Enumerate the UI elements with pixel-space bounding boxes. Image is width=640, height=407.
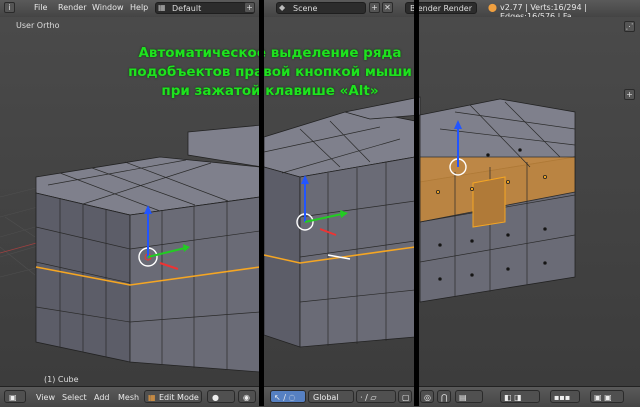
- shading-selector[interactable]: ●: [207, 390, 235, 403]
- viewport-corner-icon[interactable]: ⋰: [624, 21, 635, 32]
- snapshot-icon: ▣ ▣: [594, 393, 612, 402]
- orientation-selector[interactable]: Global: [308, 390, 354, 403]
- proportional-edit-button[interactable]: ◎: [420, 390, 434, 403]
- scene-add-button[interactable]: +: [369, 2, 380, 13]
- snap-increment-icon: ▤: [459, 393, 467, 402]
- menu-view[interactable]: View: [36, 393, 55, 402]
- menu-mesh[interactable]: Mesh: [118, 393, 139, 402]
- editor-type-button[interactable]: ▣: [4, 390, 26, 403]
- layout-add-button[interactable]: +: [244, 2, 255, 13]
- mode-selector[interactable]: ▦ Edit Mode: [144, 390, 202, 403]
- magnet-icon: ⋂: [441, 393, 448, 402]
- menu-select[interactable]: Select: [62, 393, 87, 402]
- manipulator-toggle[interactable]: ↖ ∕ ◌: [270, 390, 306, 403]
- manipulator-icon: ↖ ∕ ◌: [274, 393, 296, 402]
- caption-line-2: подобъектов правой кнопкой мыши: [128, 64, 412, 80]
- middle-cube: [263, 111, 416, 348]
- solid-shading-icon: ●: [212, 393, 219, 402]
- camera-icon: ◧ ◨: [504, 393, 522, 402]
- pivot-icon: ◉: [243, 393, 250, 402]
- snap-element-selector[interactable]: ▤: [455, 390, 483, 403]
- caption-line-3: при зажатой клавише «Alt»: [161, 83, 379, 99]
- view-label: User Ortho: [16, 21, 60, 30]
- scene-icon: ◆: [279, 3, 286, 12]
- caption-line-1: Автоматическое выделение ряда: [138, 45, 402, 61]
- caption-overlay: Автоматическое выделение ряда подобъекто…: [120, 44, 420, 101]
- cube-icon: ▣: [9, 393, 17, 402]
- properties-toggle-icon[interactable]: +: [624, 89, 635, 100]
- viewport-header: ▣ View Select Add Mesh ▦ Edit Mode ● ◉ ↖…: [0, 386, 640, 407]
- proportional-icon: ◎: [424, 393, 431, 402]
- snap-toggle[interactable]: ⋂: [437, 390, 451, 403]
- screen-layout-field[interactable]: ▦ Default: [155, 2, 255, 14]
- select-mode-buttons[interactable]: ⋅ ∕ ▱: [356, 390, 396, 403]
- pivot-selector[interactable]: ◉: [238, 390, 256, 403]
- scene-field[interactable]: ◆ Scene: [276, 2, 366, 14]
- collage-divider-2: [414, 0, 419, 406]
- menu-file[interactable]: File: [34, 3, 47, 12]
- menu-render[interactable]: Render: [58, 3, 86, 12]
- occlude-toggle[interactable]: ▢: [398, 390, 412, 403]
- menu-window[interactable]: Window: [92, 3, 124, 12]
- collage-divider-1: [259, 0, 264, 406]
- edit-mode-icon: ▦: [148, 393, 156, 402]
- blender-logo-icon: ⬤: [488, 3, 497, 12]
- menu-help[interactable]: Help: [130, 3, 148, 12]
- layers-icon: ▪▪▪: [554, 393, 571, 402]
- object-label: (1) Cube: [44, 375, 79, 384]
- render-preview-buttons[interactable]: ◧ ◨: [500, 390, 540, 403]
- occlude-icon: ▢: [402, 393, 410, 402]
- layout-icon: ▦: [158, 3, 166, 12]
- vertex-edge-face-icons: ⋅ ∕ ▱: [360, 393, 377, 402]
- menu-add[interactable]: Add: [94, 393, 110, 402]
- extra-buttons[interactable]: ▣ ▣: [590, 390, 624, 403]
- info-header: i File Render Window Help ▦ Default + ◆ …: [0, 0, 640, 21]
- scene-remove-button[interactable]: ✕: [382, 2, 393, 13]
- editor-type-icon[interactable]: i: [4, 2, 15, 13]
- layer-buttons[interactable]: ▪▪▪: [550, 390, 580, 403]
